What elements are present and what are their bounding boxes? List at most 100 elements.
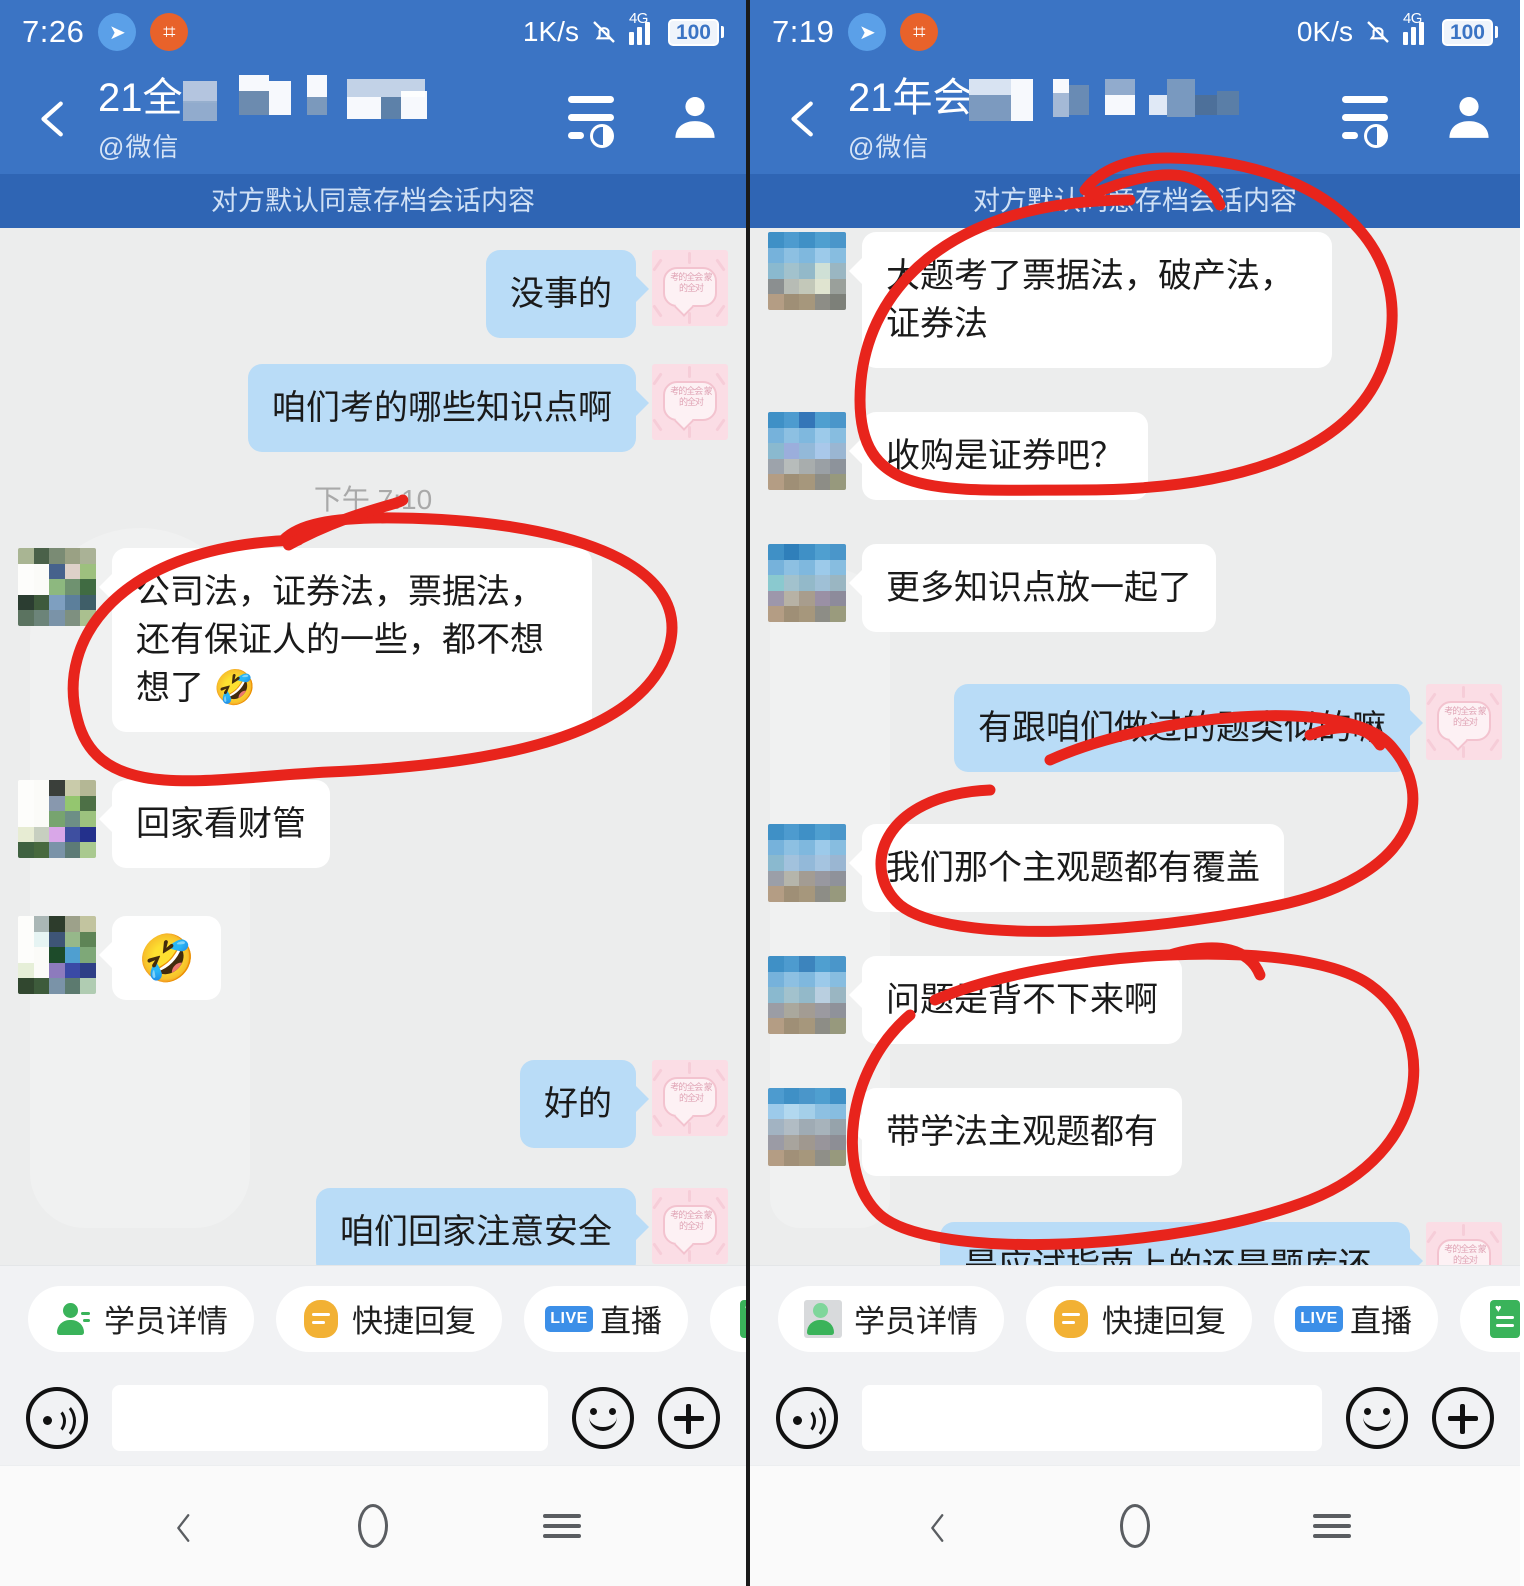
message-row[interactable]: 有跟咱们做过的题类似的嘛 考的全会 蒙的全对 xyxy=(750,684,1520,772)
message-row[interactable]: 咱们回家注意安全 考的全会 蒙的全对 xyxy=(0,1188,746,1265)
quick-action-live[interactable]: LIVE 直播 xyxy=(1274,1285,1438,1352)
chat-subtitle: @微信 xyxy=(98,131,180,162)
avatar[interactable]: 考的全会 蒙的全对 xyxy=(1426,1222,1502,1265)
chat-title-block[interactable]: 21年会 @微信 xyxy=(848,75,1318,164)
battery-icon: 100 xyxy=(1441,18,1498,46)
nav-back-icon[interactable] xyxy=(149,1491,219,1561)
avatar[interactable]: 考的全会 蒙的全对 xyxy=(652,364,728,440)
quick-action-quick-reply[interactable]: 快捷回复 xyxy=(1026,1285,1252,1352)
avatar[interactable] xyxy=(18,548,96,626)
message-row[interactable]: 好的 考的全会 蒙的全对 xyxy=(0,1060,746,1148)
message-row[interactable]: 我们那个主观题都有覆盖 xyxy=(750,824,1520,912)
filter-settings-icon[interactable] xyxy=(1338,94,1392,148)
person-icon[interactable] xyxy=(670,90,720,149)
message-row[interactable]: 带学法主观题都有 xyxy=(750,1088,1520,1176)
avatar[interactable] xyxy=(768,956,846,1034)
quick-action-label: 直播 xyxy=(1350,1304,1412,1339)
message-bubble-incoming[interactable]: 收购是证券吧？ xyxy=(849,412,1148,500)
quick-action-student-detail[interactable]: 学员详情 xyxy=(778,1285,1004,1352)
quick-action-live[interactable]: LIVE 直播 xyxy=(524,1285,688,1352)
quick-action-product-catalog[interactable]: ♥ 商品图册 xyxy=(1460,1285,1520,1352)
title-redaction-mask xyxy=(177,74,545,121)
message-row[interactable]: 更多知识点放一起了 xyxy=(750,544,1520,632)
avatar[interactable] xyxy=(18,916,96,994)
message-row[interactable]: 公司法，证券法，票据法，还有保证人的一些，都不想想了 🤣 xyxy=(0,548,746,732)
message-bubble-incoming[interactable]: 我们那个主观题都有覆盖 xyxy=(849,824,1284,912)
avatar[interactable]: 考的全会 蒙的全对 xyxy=(652,250,728,326)
sticker-text: 考的全会 蒙的全对 xyxy=(670,1210,713,1231)
nav-home-icon[interactable] xyxy=(338,1491,408,1561)
message-bubble-outgoing[interactable]: 咱们考的哪些知识点啊 xyxy=(248,364,649,452)
message-bubble-outgoing[interactable]: 是应试指南上的还是题库还是模拟题 xyxy=(940,1222,1423,1265)
bell-mute-icon xyxy=(1363,17,1393,47)
message-bubble-incoming[interactable]: 更多知识点放一起了 xyxy=(849,544,1216,632)
voice-icon[interactable] xyxy=(26,1387,88,1449)
message-row[interactable]: 🤣 xyxy=(0,916,746,1000)
chat-messages-right[interactable]: 大题考了票据法，破产法，证券法 收购是证券吧？ 更多知识点放一起了 有跟咱们做过… xyxy=(750,228,1520,1265)
message-row[interactable]: 回家看财管 xyxy=(0,780,746,868)
message-row[interactable]: 咱们考的哪些知识点啊 考的全会 蒙的全对 xyxy=(0,364,746,452)
avatar[interactable]: 考的全会 蒙的全对 xyxy=(1426,684,1502,760)
message-bubble-incoming[interactable]: 公司法，证券法，票据法，还有保证人的一些，都不想想了 🤣 xyxy=(99,548,592,732)
nav-recents-icon[interactable] xyxy=(1297,1491,1367,1561)
message-row[interactable]: 没事的 考的全会 蒙的全对 xyxy=(0,250,746,338)
message-row[interactable]: 收购是证券吧？ xyxy=(750,412,1520,500)
message-bubble-incoming[interactable]: 带学法主观题都有 xyxy=(849,1088,1182,1176)
avatar[interactable] xyxy=(768,824,846,902)
message-bubble-outgoing[interactable]: 好的 xyxy=(520,1060,649,1148)
message-bubble-incoming[interactable]: 问题是背不下来啊 xyxy=(849,956,1182,1044)
message-input[interactable] xyxy=(862,1385,1322,1451)
message-row[interactable]: 问题是背不下来啊 xyxy=(750,956,1520,1044)
plus-icon[interactable] xyxy=(658,1387,720,1449)
avatar[interactable]: 考的全会 蒙的全对 xyxy=(652,1188,728,1264)
message-bubble-outgoing[interactable]: 有跟咱们做过的题类似的嘛 xyxy=(954,684,1423,772)
chat-messages-left[interactable]: 没事的 考的全会 蒙的全对 咱们考的哪些知识点啊 考的全会 蒙的全对 下午 7:… xyxy=(0,228,746,1265)
message-row[interactable]: 是应试指南上的还是题库还是模拟题 考的全会 蒙的全对 xyxy=(750,1222,1520,1265)
crop-icon: ⌗ xyxy=(150,13,189,51)
android-nav-bar-right[interactable] xyxy=(750,1465,1520,1586)
telegram-icon: ➤ xyxy=(848,13,887,51)
message-bubble-outgoing[interactable]: 没事的 xyxy=(486,250,649,338)
avatar[interactable]: 考的全会 蒙的全对 xyxy=(652,1060,728,1136)
smiley-icon[interactable] xyxy=(572,1387,634,1449)
message-bubble-incoming[interactable]: 🤣 xyxy=(98,916,222,1000)
message-bubble-incoming[interactable]: 回家看财管 xyxy=(99,780,330,868)
message-input[interactable] xyxy=(112,1385,548,1451)
message-bubble-outgoing[interactable]: 咱们回家注意安全 xyxy=(316,1188,649,1265)
back-arrow-icon[interactable] xyxy=(26,90,84,148)
avatar[interactable] xyxy=(768,544,846,622)
quick-action-label: 快捷回复 xyxy=(352,1304,476,1339)
smiley-icon[interactable] xyxy=(1346,1387,1408,1449)
page-title: 21全 xyxy=(98,75,183,120)
bell-mute-icon xyxy=(589,17,619,47)
person-icon[interactable] xyxy=(1444,90,1494,149)
plus-icon[interactable] xyxy=(1432,1387,1494,1449)
battery-level: 100 xyxy=(1441,18,1493,46)
message-input-bar-left[interactable] xyxy=(0,1371,746,1465)
message-input-bar-right[interactable] xyxy=(750,1371,1520,1465)
chat-subtitle: @微信 xyxy=(848,131,930,162)
quick-action-student-detail[interactable]: 学员详情 xyxy=(28,1285,254,1352)
avatar[interactable] xyxy=(18,780,96,858)
android-nav-bar-left[interactable] xyxy=(0,1465,746,1586)
message-row[interactable]: 大题考了票据法，破产法，证券法 xyxy=(750,232,1520,368)
quick-action-bar-right[interactable]: 学员详情 快捷回复 LIVE 直播 ♥ 商品图册 xyxy=(750,1265,1520,1371)
avatar[interactable] xyxy=(768,412,846,490)
timestamp-divider: 下午 7:10 xyxy=(313,484,433,515)
back-arrow-icon[interactable] xyxy=(776,90,834,148)
quick-action-quick-reply[interactable]: 快捷回复 xyxy=(276,1285,502,1352)
quick-action-label: 直播 xyxy=(600,1304,662,1339)
avatar[interactable] xyxy=(768,232,846,310)
avatar[interactable] xyxy=(768,1088,846,1166)
nav-recents-icon[interactable] xyxy=(527,1491,597,1561)
status-bar-right: 7:19 ➤ ⌗ 0K/s 4G 100 xyxy=(750,0,1520,64)
nav-back-icon[interactable] xyxy=(903,1491,973,1561)
voice-icon[interactable] xyxy=(776,1387,838,1449)
quick-action-bar-left[interactable]: 学员详情 快捷回复 LIVE 直播 ♥ 商品图册 xyxy=(0,1265,746,1371)
message-bubble-incoming[interactable]: 大题考了票据法，破产法，证券法 xyxy=(849,232,1332,368)
chat-title-block[interactable]: 21全 @微信 xyxy=(98,74,545,164)
filter-settings-icon[interactable] xyxy=(564,94,618,148)
nav-home-icon[interactable] xyxy=(1100,1491,1170,1561)
quick-action-product-catalog[interactable]: ♥ 商品图册 xyxy=(710,1285,746,1352)
app-header-right: 21年会 @微信 xyxy=(750,64,1520,174)
